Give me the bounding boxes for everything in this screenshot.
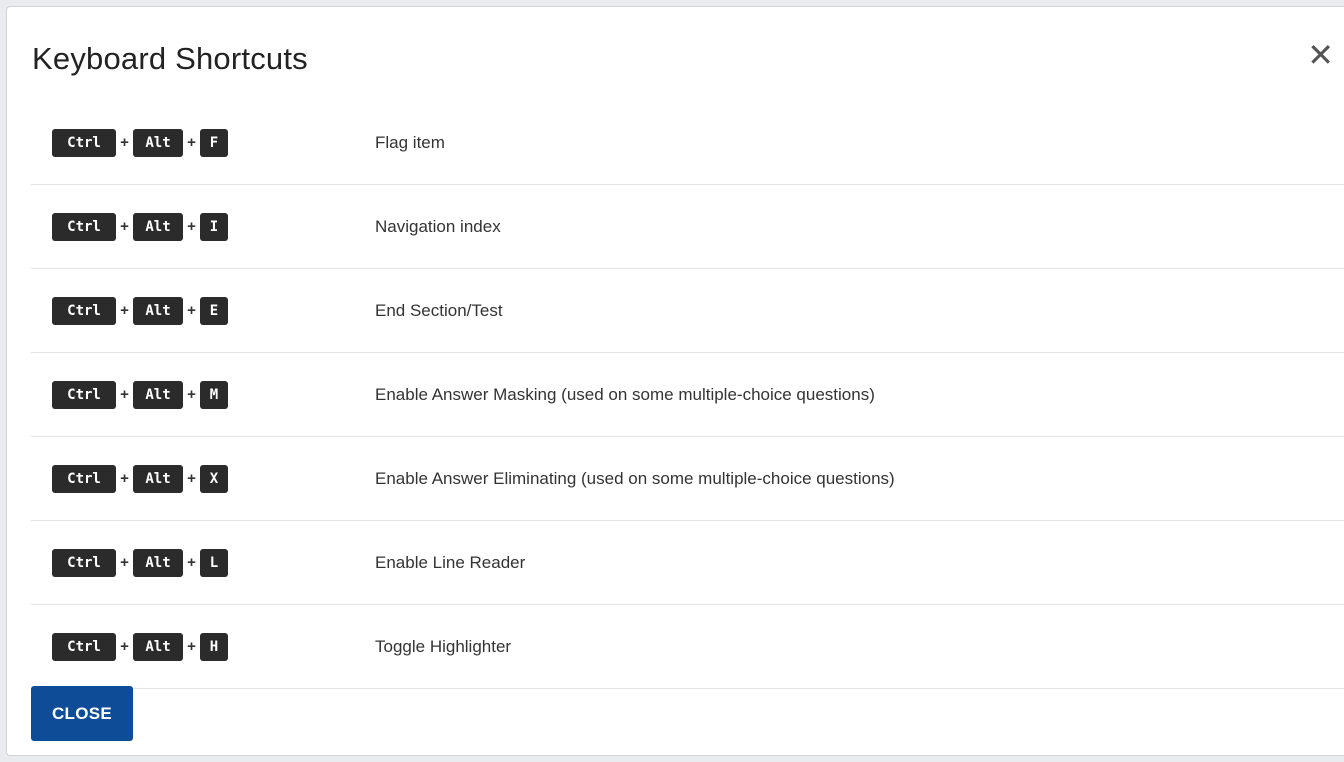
ctrl-key: Ctrl <box>52 212 116 241</box>
shortcut-row: Ctrl + Alt + I Navigation index <box>31 185 1344 269</box>
plus-sign: + <box>120 554 129 571</box>
letter-key: E <box>200 296 228 325</box>
plus-sign: + <box>187 134 196 151</box>
shortcut-row: Ctrl + Alt + L Enable Line Reader <box>31 521 1344 605</box>
letter-key: H <box>200 632 228 661</box>
close-icon[interactable]: ✕ <box>1307 39 1334 71</box>
key-combo: Ctrl + Alt + H <box>52 605 228 688</box>
ctrl-key: Ctrl <box>52 128 116 157</box>
alt-key: Alt <box>133 128 183 157</box>
plus-sign: + <box>120 134 129 151</box>
plus-sign: + <box>187 470 196 487</box>
shortcut-row: Ctrl + Alt + H Toggle Highlighter <box>31 605 1344 689</box>
shortcut-row: Ctrl + Alt + M Enable Answer Masking (us… <box>31 353 1344 437</box>
key-combo: Ctrl + Alt + M <box>52 353 228 436</box>
plus-sign: + <box>187 302 196 319</box>
shortcut-description: Flag item <box>375 132 445 152</box>
alt-key: Alt <box>133 380 183 409</box>
key-combo: Ctrl + Alt + X <box>52 437 228 520</box>
shortcut-list: Ctrl + Alt + F Flag item Ctrl + Alt + I … <box>31 101 1344 689</box>
ctrl-key: Ctrl <box>52 548 116 577</box>
key-combo: Ctrl + Alt + E <box>52 269 228 352</box>
shortcut-description: Toggle Highlighter <box>375 636 512 656</box>
shortcut-row: Ctrl + Alt + X Enable Answer Eliminating… <box>31 437 1344 521</box>
alt-key: Alt <box>133 212 183 241</box>
letter-key: L <box>200 548 228 577</box>
dialog-title: Keyboard Shortcuts <box>32 41 308 76</box>
keyboard-shortcuts-dialog: Keyboard Shortcuts ✕ Ctrl + Alt + F Flag… <box>6 6 1344 756</box>
shortcut-row: Ctrl + Alt + E End Section/Test <box>31 269 1344 353</box>
plus-sign: + <box>187 218 196 235</box>
letter-key: M <box>200 380 228 409</box>
letter-key: X <box>200 464 228 493</box>
letter-key: F <box>200 128 228 157</box>
alt-key: Alt <box>133 632 183 661</box>
plus-sign: + <box>120 638 129 655</box>
shortcut-description: Enable Line Reader <box>375 552 526 572</box>
plus-sign: + <box>120 386 129 403</box>
plus-sign: + <box>187 638 196 655</box>
key-combo: Ctrl + Alt + L <box>52 521 228 604</box>
plus-sign: + <box>187 386 196 403</box>
plus-sign: + <box>120 302 129 319</box>
alt-key: Alt <box>133 296 183 325</box>
letter-key: I <box>200 212 228 241</box>
key-combo: Ctrl + Alt + I <box>52 185 228 268</box>
key-combo: Ctrl + Alt + F <box>52 101 228 184</box>
plus-sign: + <box>120 470 129 487</box>
ctrl-key: Ctrl <box>52 632 116 661</box>
plus-sign: + <box>187 554 196 571</box>
shortcut-description: Navigation index <box>375 216 501 236</box>
ctrl-key: Ctrl <box>52 296 116 325</box>
ctrl-key: Ctrl <box>52 464 116 493</box>
plus-sign: + <box>120 218 129 235</box>
shortcut-description: End Section/Test <box>375 300 503 320</box>
alt-key: Alt <box>133 548 183 577</box>
alt-key: Alt <box>133 464 183 493</box>
shortcut-description: Enable Answer Masking (used on some mult… <box>375 384 875 404</box>
shortcut-description: Enable Answer Eliminating (used on some … <box>375 468 895 488</box>
close-button[interactable]: CLOSE <box>31 686 133 741</box>
shortcut-row: Ctrl + Alt + F Flag item <box>31 101 1344 185</box>
ctrl-key: Ctrl <box>52 380 116 409</box>
